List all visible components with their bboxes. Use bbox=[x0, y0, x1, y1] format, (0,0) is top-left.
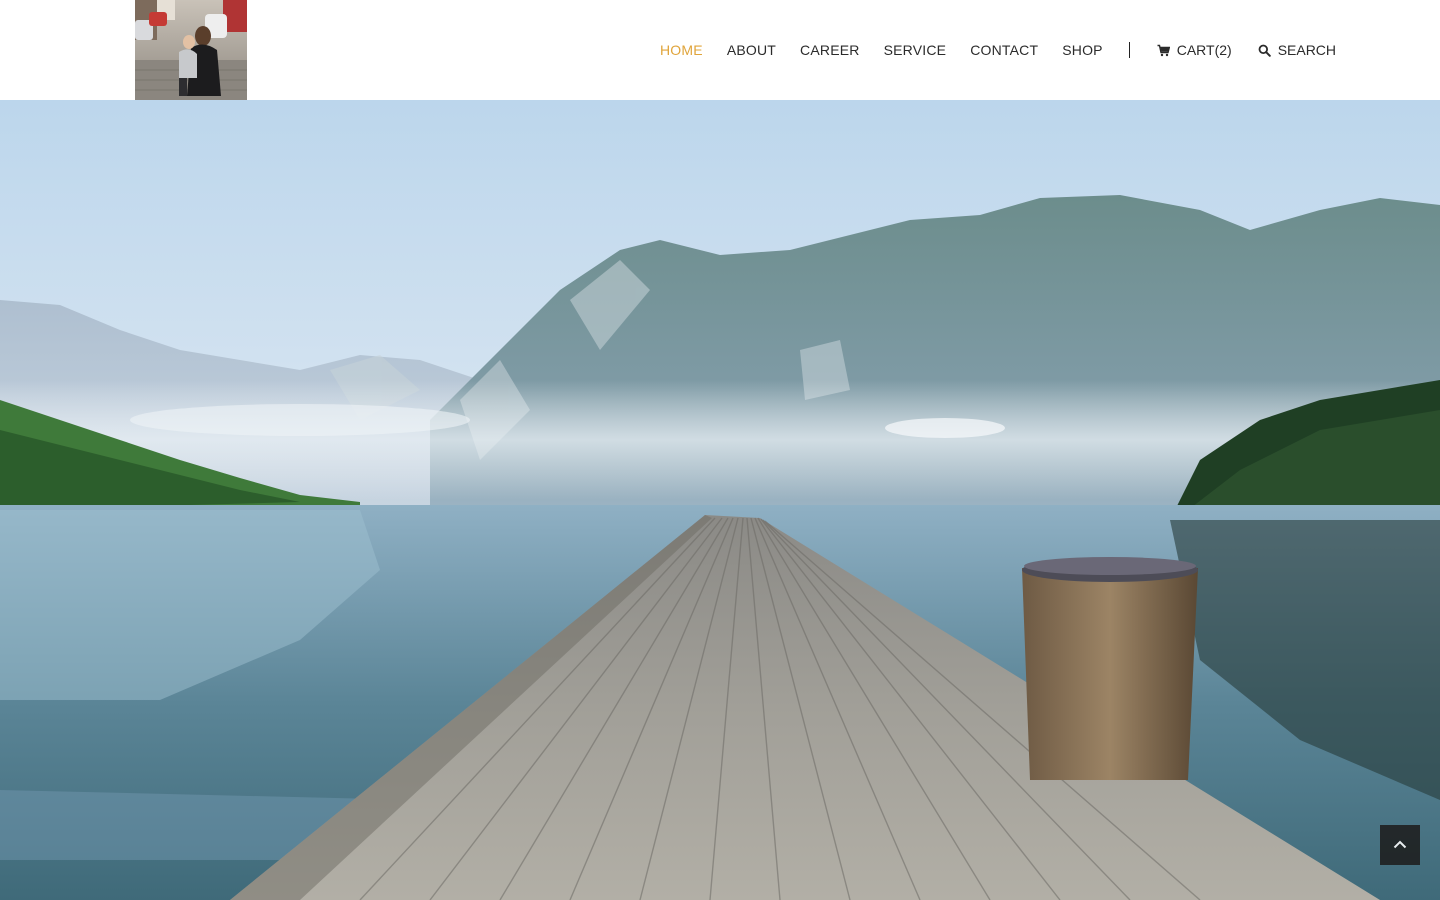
cart-link[interactable]: CART(2) bbox=[1144, 0, 1245, 100]
chevron-up-icon bbox=[1393, 836, 1407, 854]
main-navigation: HOME ABOUT CAREER SERVICE CONTACT SHOP C… bbox=[648, 0, 1349, 100]
nav-divider bbox=[1128, 42, 1130, 58]
nav-item-contact[interactable]: CONTACT bbox=[958, 0, 1050, 100]
cart-label: CART(2) bbox=[1176, 42, 1232, 58]
nav-item-shop[interactable]: SHOP bbox=[1050, 0, 1114, 100]
nav-item-home[interactable]: HOME bbox=[648, 0, 715, 100]
search-label: SEARCH bbox=[1277, 42, 1337, 58]
logo-photo bbox=[135, 0, 247, 100]
back-to-top-button[interactable] bbox=[1380, 825, 1420, 865]
site-logo[interactable] bbox=[135, 0, 247, 100]
site-header: HOME ABOUT CAREER SERVICE CONTACT SHOP C… bbox=[0, 0, 1440, 100]
nav-item-about[interactable]: ABOUT bbox=[715, 0, 788, 100]
hero-banner bbox=[0, 100, 1440, 900]
search-icon bbox=[1258, 44, 1271, 57]
nav-item-career[interactable]: CAREER bbox=[788, 0, 872, 100]
search-link[interactable]: SEARCH bbox=[1245, 0, 1349, 100]
cart-icon bbox=[1157, 44, 1170, 57]
nav-item-service[interactable]: SERVICE bbox=[872, 0, 959, 100]
hero-image bbox=[0, 100, 1440, 900]
